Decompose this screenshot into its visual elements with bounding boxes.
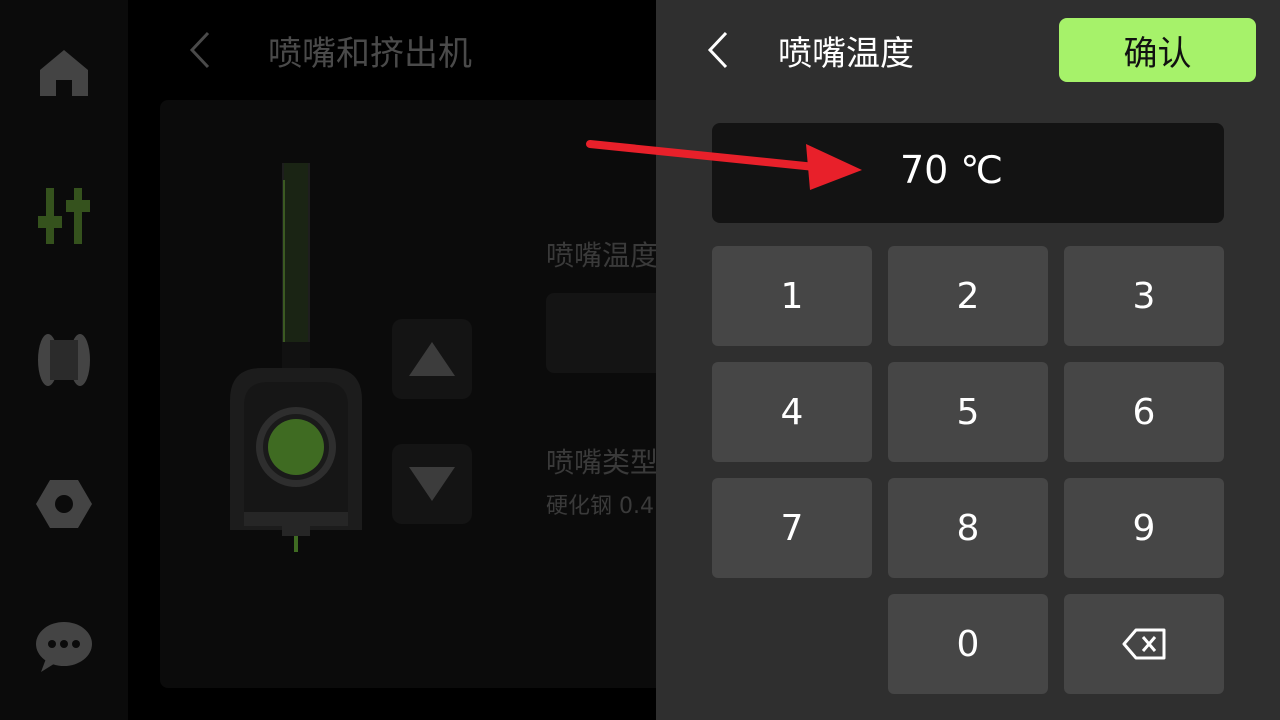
nozzle-temp-label: 喷嘴温度 xyxy=(546,239,659,272)
temperature-display-value: 70 ℃ xyxy=(900,148,1004,192)
chevron-left-icon xyxy=(189,31,210,69)
key-6[interactable]: 6 xyxy=(1064,362,1224,462)
backspace-icon xyxy=(1122,628,1166,660)
nozzle-type-value: 硬化钢 0.4 xyxy=(546,494,654,519)
settings-icon xyxy=(36,480,92,528)
background-title: 喷嘴和挤出机 xyxy=(268,34,472,74)
controls-icon xyxy=(38,188,90,244)
key-2[interactable]: 2 xyxy=(888,246,1048,346)
nav-messages[interactable] xyxy=(24,608,104,688)
triangle-down-icon xyxy=(409,467,455,501)
background-back-button[interactable] xyxy=(184,28,216,72)
key-0[interactable]: 0 xyxy=(888,594,1048,694)
key-4[interactable]: 4 xyxy=(712,362,872,462)
panel-back-button[interactable] xyxy=(700,28,736,72)
nozzle-temp-field[interactable] xyxy=(546,293,656,373)
filament-icon xyxy=(38,334,90,386)
key-8[interactable]: 8 xyxy=(888,478,1048,578)
move-down-button[interactable] xyxy=(392,444,472,524)
sidebar xyxy=(0,0,128,720)
message-icon xyxy=(36,622,92,672)
key-9[interactable]: 9 xyxy=(1064,478,1224,578)
triangle-up-icon xyxy=(409,342,455,376)
confirm-button[interactable]: 确认 xyxy=(1059,18,1256,82)
panel-title: 喷嘴温度 xyxy=(778,34,914,74)
nav-controls[interactable] xyxy=(24,176,104,256)
nav-settings[interactable] xyxy=(24,464,104,544)
key-3[interactable]: 3 xyxy=(1064,246,1224,346)
nozzle-type-label: 喷嘴类型 xyxy=(546,446,659,479)
nav-home[interactable] xyxy=(24,32,104,112)
key-1[interactable]: 1 xyxy=(712,246,872,346)
home-icon xyxy=(40,50,88,96)
nav-filament[interactable] xyxy=(24,320,104,400)
key-5[interactable]: 5 xyxy=(888,362,1048,462)
extruder-illustration xyxy=(230,163,362,552)
move-up-button[interactable] xyxy=(392,319,472,399)
backspace-button[interactable] xyxy=(1064,594,1224,694)
chevron-left-icon xyxy=(707,31,728,69)
key-7[interactable]: 7 xyxy=(712,478,872,578)
